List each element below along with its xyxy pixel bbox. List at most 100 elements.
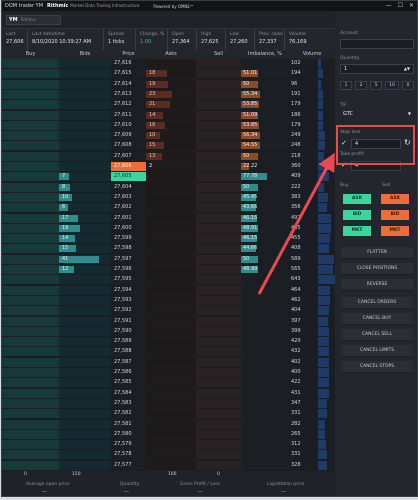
buy-cell[interactable] (2, 285, 59, 295)
sell-cell[interactable] (196, 306, 241, 316)
sell-cell[interactable] (196, 357, 241, 367)
buy-cell[interactable] (2, 295, 59, 305)
buy-cell[interactable] (2, 347, 59, 357)
buy-cell[interactable] (2, 409, 59, 419)
buy-cell[interactable] (2, 326, 59, 336)
buy-market-button[interactable]: MKT (343, 226, 371, 236)
close-positions-button[interactable]: CLOSE POSITIONS (341, 263, 413, 275)
buy-cell[interactable] (2, 69, 59, 79)
buy-cell[interactable] (2, 398, 59, 408)
sell-cell[interactable] (196, 192, 241, 202)
close-button[interactable]: ✕ (409, 1, 414, 11)
sell-cell[interactable] (196, 295, 241, 305)
buy-cell[interactable] (2, 192, 59, 202)
buy-cell[interactable] (2, 213, 59, 223)
buy-cell[interactable] (2, 151, 59, 161)
cancel-limits-button[interactable]: CANCEL LIMITS (341, 345, 413, 357)
buy-cell[interactable] (2, 378, 59, 388)
buy-ask-button[interactable]: ASK (343, 194, 371, 204)
sell-cell[interactable] (196, 388, 241, 398)
buy-cell[interactable] (2, 131, 59, 141)
buy-cell[interactable] (2, 182, 59, 192)
buy-cell[interactable] (2, 223, 59, 233)
sell-bid-button[interactable]: BID (381, 210, 409, 220)
sell-cell[interactable] (196, 244, 241, 254)
buy-cell[interactable] (2, 337, 59, 347)
maximize-button[interactable]: ☐ (398, 1, 403, 11)
cancel-buy-button[interactable]: CANCEL BUY (341, 313, 413, 325)
qty-button-5[interactable]: 5 (370, 81, 382, 90)
sell-cell[interactable] (196, 120, 241, 130)
qty-button-2[interactable]: 2 (355, 81, 367, 90)
cancel-stops-button[interactable]: CANCEL STOPS (341, 361, 413, 373)
buy-cell[interactable] (2, 110, 59, 120)
symbol-selector[interactable]: YM Rithmic (6, 14, 61, 25)
sell-cell[interactable] (196, 172, 241, 182)
sell-cell[interactable] (196, 347, 241, 357)
sell-cell[interactable] (196, 79, 241, 89)
sell-cell[interactable] (196, 409, 241, 419)
sell-cell[interactable] (196, 203, 241, 213)
tif-select[interactable]: GTC ▼ (340, 110, 414, 120)
buy-cell[interactable] (2, 429, 59, 439)
sell-cell[interactable] (196, 368, 241, 377)
sell-cell[interactable] (196, 151, 241, 161)
sell-cell[interactable] (196, 100, 241, 110)
sell-cell[interactable] (196, 285, 241, 295)
buy-cell[interactable] (2, 172, 59, 182)
account-select[interactable] (340, 39, 414, 49)
sell-cell[interactable] (196, 275, 241, 285)
buy-cell[interactable] (2, 460, 59, 470)
sell-cell[interactable] (196, 213, 241, 223)
buy-cell[interactable] (2, 162, 59, 171)
sell-cell[interactable] (196, 182, 241, 192)
sell-cell[interactable] (196, 440, 241, 450)
sell-cell[interactable] (196, 398, 241, 408)
sell-cell[interactable] (196, 337, 241, 347)
qty-button-10[interactable]: 10 (385, 81, 399, 90)
buy-cell[interactable] (2, 120, 59, 130)
sell-cell[interactable] (196, 131, 241, 141)
buy-cell[interactable] (2, 265, 59, 274)
sell-cell[interactable] (196, 141, 241, 151)
buy-cell[interactable] (2, 244, 59, 254)
sell-cell[interactable] (196, 378, 241, 388)
cancel-orders-button[interactable]: CANCEL ORDERS (341, 297, 413, 309)
buy-cell[interactable] (2, 89, 59, 99)
sell-market-button[interactable]: MKT (381, 226, 409, 236)
buy-cell[interactable] (2, 316, 59, 326)
sell-ask-button[interactable]: ASK (381, 194, 409, 204)
buy-bid-button[interactable]: BID (343, 210, 371, 220)
buy-cell[interactable] (2, 357, 59, 367)
sell-cell[interactable] (196, 89, 241, 99)
sell-cell[interactable] (196, 429, 241, 439)
sell-cell[interactable] (196, 162, 241, 171)
buy-cell[interactable] (2, 141, 59, 151)
buy-cell[interactable] (2, 419, 59, 429)
reverse-button[interactable]: REVERSE (341, 279, 413, 291)
sell-cell[interactable] (196, 110, 241, 120)
quantity-stepper-icon[interactable]: ▲▼ (404, 65, 410, 73)
qty-button-1[interactable]: 1 (340, 81, 352, 90)
buy-cell[interactable] (2, 79, 59, 89)
buy-cell[interactable] (2, 450, 59, 460)
sell-cell[interactable] (196, 326, 241, 336)
buy-cell[interactable] (2, 275, 59, 285)
buy-cell[interactable] (2, 234, 59, 244)
quantity-input[interactable]: 1 ▲▼ (340, 64, 414, 74)
buy-cell[interactable] (2, 254, 59, 264)
sell-cell[interactable] (196, 254, 241, 264)
buy-cell[interactable] (2, 388, 59, 398)
sell-cell[interactable] (196, 265, 241, 274)
buy-cell[interactable] (2, 203, 59, 213)
qty-button-clear[interactable]: X (402, 81, 414, 90)
sell-cell[interactable] (196, 460, 241, 470)
buy-cell[interactable] (2, 59, 59, 68)
cancel-sell-button[interactable]: CANCEL SELL (341, 329, 413, 341)
sell-cell[interactable] (196, 234, 241, 244)
buy-cell[interactable] (2, 100, 59, 110)
sell-cell[interactable] (196, 419, 241, 429)
sell-cell[interactable] (196, 450, 241, 460)
flatten-button[interactable]: FLATTEN (341, 247, 413, 259)
sell-cell[interactable] (196, 69, 241, 79)
